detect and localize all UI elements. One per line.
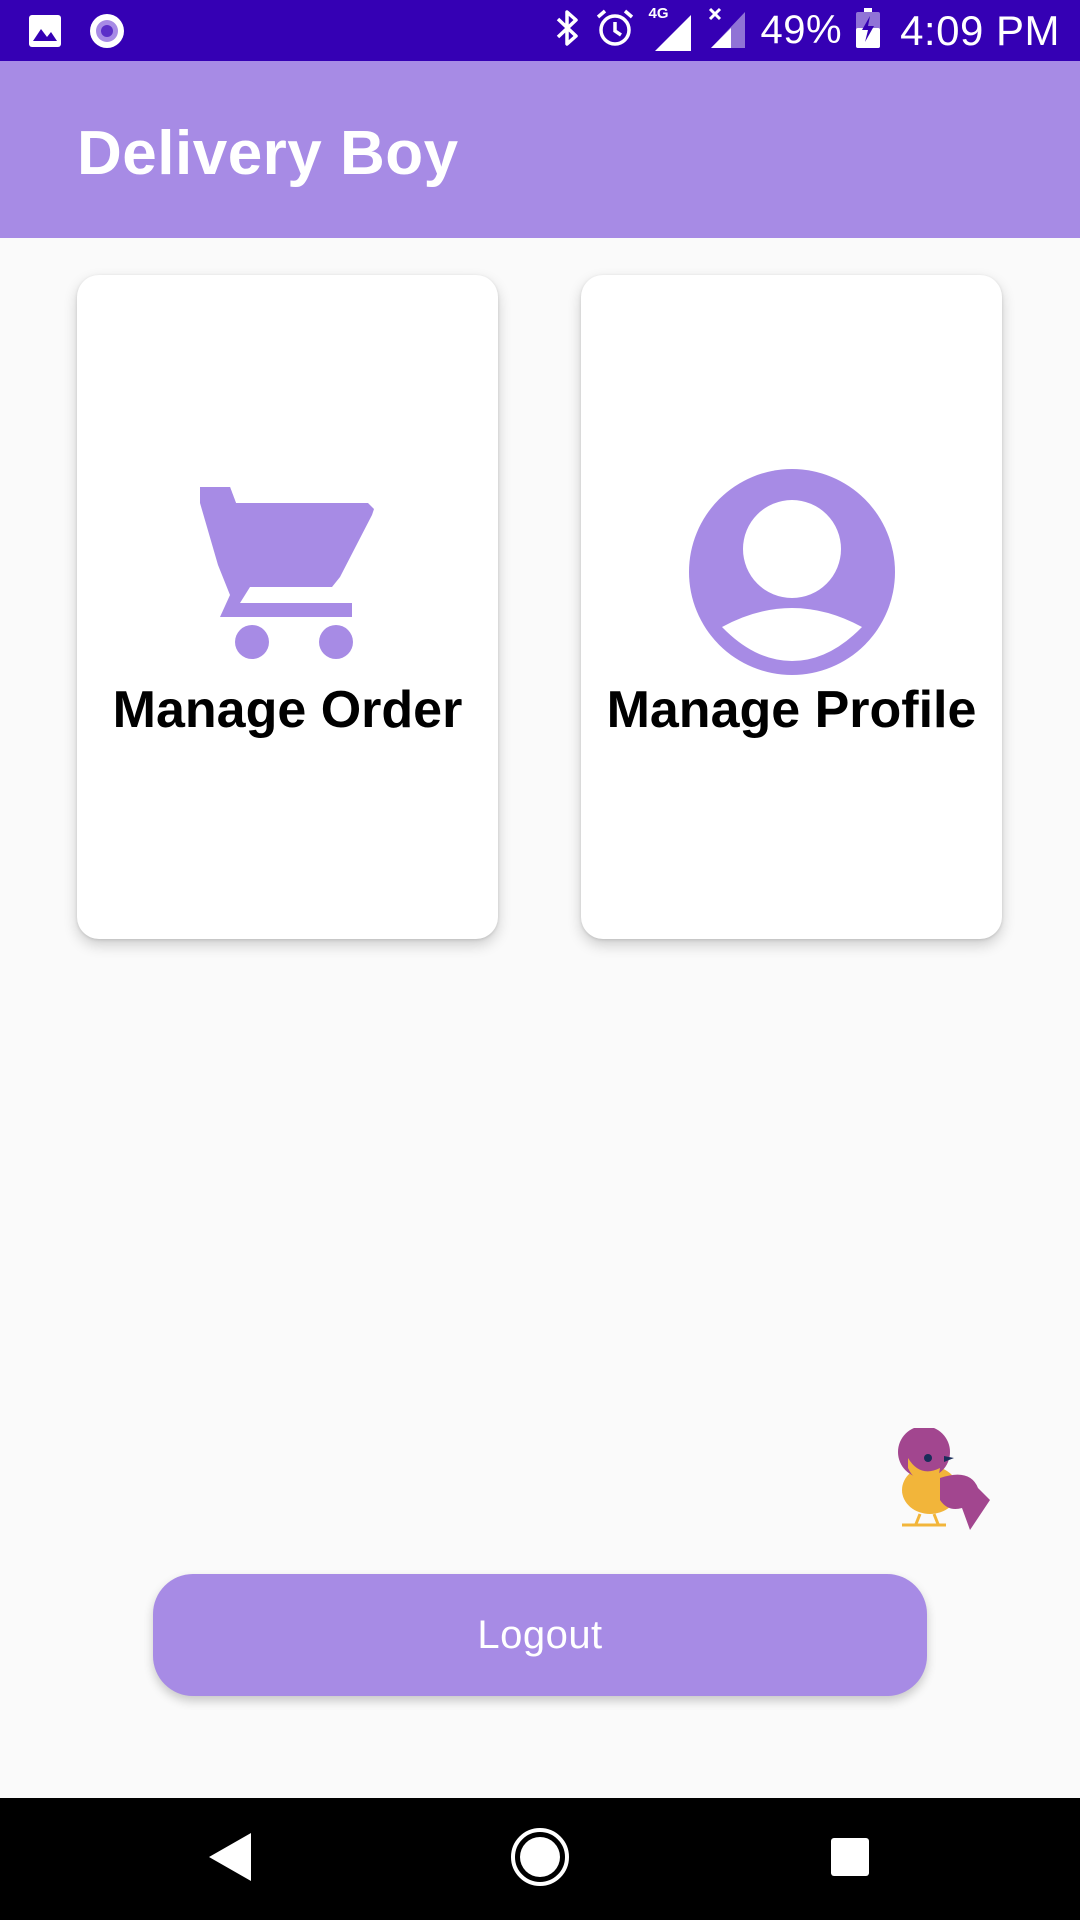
status-right-area: 4G 49% 4:09 PM: [555, 0, 1060, 61]
navigation-bar: [0, 1798, 1080, 1920]
alarm-icon: [595, 8, 635, 53]
app-title: Delivery Boy: [77, 119, 459, 188]
manage-profile-label: Manage Profile: [606, 681, 977, 739]
account-circle-icon: [688, 469, 895, 680]
bird-icon: [890, 1426, 994, 1532]
manage-profile-card[interactable]: Manage Profile: [581, 275, 1002, 939]
status-left-icons: [28, 12, 126, 55]
signal-icon: 4G: [649, 5, 693, 53]
back-icon: [207, 1831, 253, 1888]
home-icon: [510, 1827, 570, 1892]
home-button[interactable]: [470, 1798, 610, 1920]
image-icon: [28, 14, 62, 53]
back-button[interactable]: [160, 1798, 300, 1920]
manage-order-card[interactable]: Manage Order: [77, 275, 498, 939]
battery-percent: 49%: [760, 8, 843, 52]
battery-charging-icon: [856, 8, 881, 53]
signal-no-data-icon: [707, 6, 747, 55]
cart-icon: [199, 487, 376, 664]
bluetooth-icon: [555, 9, 581, 52]
logout-label: Logout: [477, 1612, 603, 1657]
recents-icon: [830, 1837, 870, 1882]
logout-button[interactable]: Logout: [153, 1574, 927, 1696]
status-bar: 4G 49% 4:09 PM: [0, 0, 1080, 61]
recents-button[interactable]: [780, 1798, 920, 1920]
manage-order-label: Manage Order: [112, 681, 463, 739]
record-icon: [88, 12, 126, 55]
status-time: 4:09 PM: [900, 6, 1060, 54]
app-bar: Delivery Boy: [0, 61, 1080, 238]
